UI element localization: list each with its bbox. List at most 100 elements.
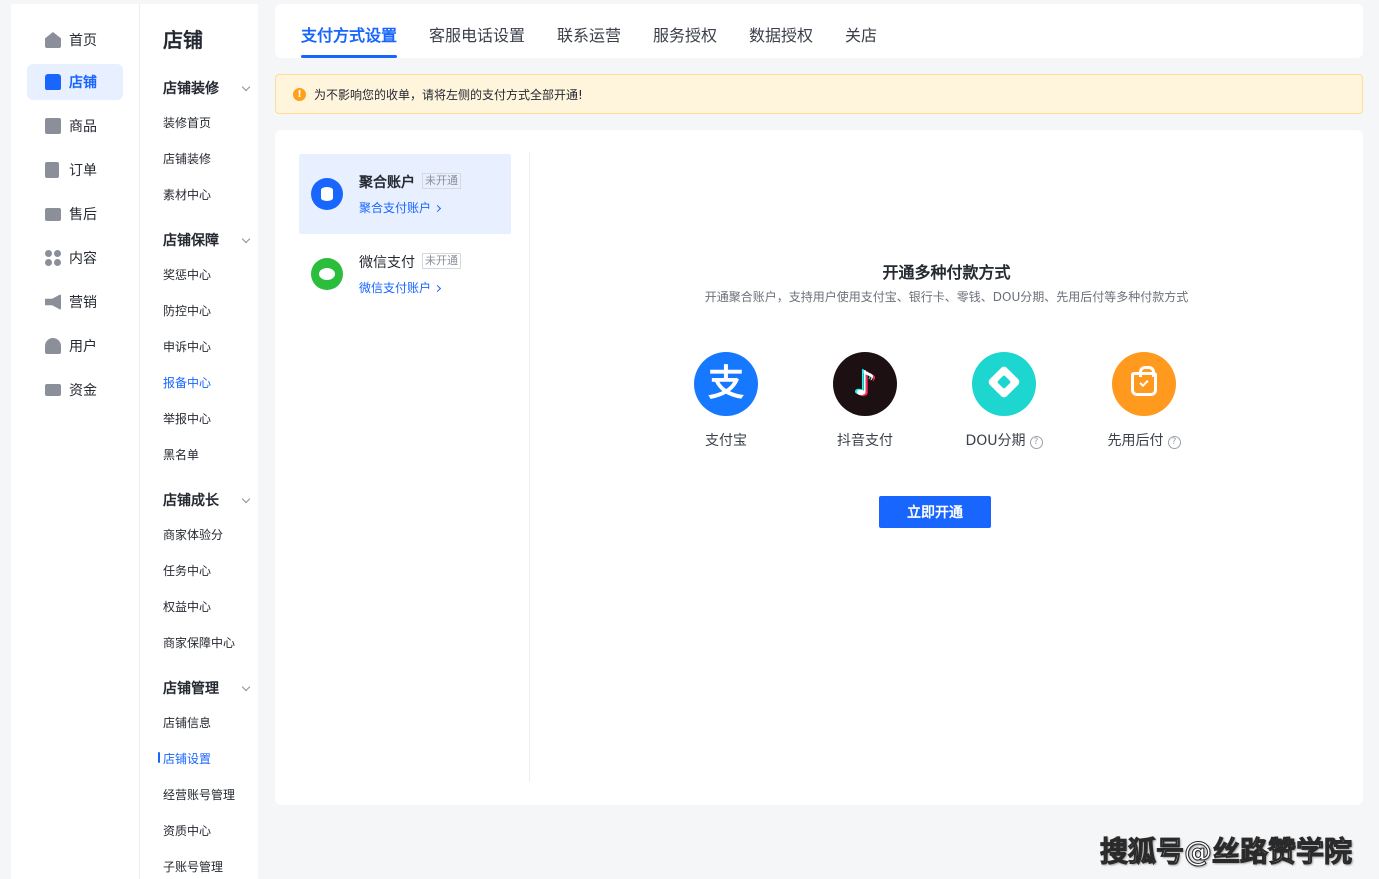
- chevron-down-icon: [241, 234, 251, 243]
- link-label: 微信支付账户: [359, 281, 432, 295]
- method-alipay: 支 支付宝: [676, 352, 776, 450]
- wallet-icon: [45, 384, 61, 396]
- sub-item[interactable]: 黑名单: [163, 446, 199, 463]
- tab-service-auth[interactable]: 服务授权: [653, 22, 717, 46]
- chevron-down-icon: [241, 682, 251, 691]
- method-label: 支付宝: [705, 433, 747, 449]
- nav-item-label: 营销: [69, 295, 97, 311]
- group-label: 店铺管理: [163, 681, 219, 697]
- aggregate-account-icon: [311, 178, 343, 210]
- group-decoration[interactable]: 店铺装修: [163, 78, 253, 98]
- sub-item[interactable]: 奖惩中心: [163, 266, 211, 283]
- payment-account-link[interactable]: 微信支付账户: [359, 279, 442, 296]
- notice-banner: ! 为不影响您的收单，请将左侧的支付方式全部开通!: [275, 74, 1363, 114]
- group-management[interactable]: 店铺管理: [163, 678, 253, 698]
- chevron-down-icon: [241, 494, 251, 503]
- payment-account-wechat[interactable]: 微信支付 未开通 微信支付账户: [299, 234, 511, 314]
- method-pay-later: 先用后付?: [1094, 352, 1194, 450]
- nav-item-label: 店铺: [69, 75, 97, 91]
- chevron-down-icon: [241, 82, 251, 91]
- nav-item-content[interactable]: 内容: [27, 240, 123, 276]
- method-label: 抖音支付: [837, 433, 893, 449]
- method-label: 先用后付: [1107, 433, 1164, 449]
- nav-item-product[interactable]: 商品: [27, 108, 123, 144]
- sub-item-current[interactable]: 店铺设置: [157, 750, 211, 767]
- sub-item-highlighted[interactable]: 报备中心: [163, 374, 211, 391]
- sub-item[interactable]: 店铺装修: [163, 150, 211, 167]
- settings-tabs: 支付方式设置 客服电话设置 联系运营 服务授权 数据授权 关店: [275, 4, 1363, 58]
- method-label: DOU分期: [965, 433, 1026, 449]
- sub-item[interactable]: 任务中心: [163, 562, 211, 579]
- chevron-right-icon: [433, 284, 442, 293]
- section-title: 店铺: [163, 28, 203, 52]
- product-icon: [45, 118, 61, 134]
- help-icon[interactable]: ?: [1167, 436, 1181, 449]
- sub-item[interactable]: 申诉中心: [163, 338, 211, 355]
- user-icon: [45, 338, 61, 354]
- status-badge: 未开通: [422, 253, 461, 269]
- order-icon: [45, 162, 59, 178]
- sub-item[interactable]: 素材中心: [163, 186, 211, 203]
- sub-item[interactable]: 举报中心: [163, 410, 211, 427]
- nav-item-funds[interactable]: 资金: [27, 372, 123, 408]
- nav-item-label: 内容: [69, 251, 97, 267]
- nav-item-label: 订单: [69, 163, 97, 179]
- alipay-icon: 支: [694, 352, 758, 416]
- nav-item-label: 用户: [69, 339, 97, 355]
- tab-contact-ops[interactable]: 联系运营: [557, 22, 621, 46]
- sub-item[interactable]: 商家体验分: [163, 526, 223, 543]
- tab-service-phone[interactable]: 客服电话设置: [429, 22, 525, 46]
- sub-item[interactable]: 防控中心: [163, 302, 211, 319]
- nav-item-label: 资金: [69, 383, 97, 399]
- sub-item[interactable]: 店铺信息: [163, 714, 211, 731]
- group-label: 店铺装修: [163, 81, 219, 97]
- help-icon[interactable]: ?: [1029, 436, 1043, 449]
- method-douyin-pay: ♪ 抖音支付: [815, 352, 915, 450]
- after-sale-icon: [45, 207, 61, 221]
- status-badge: 未开通: [422, 173, 461, 189]
- douyin-pay-icon: ♪: [833, 352, 897, 416]
- notice-text: 为不影响您的收单，请将左侧的支付方式全部开通!: [314, 87, 583, 102]
- nav-item-label: 商品: [69, 119, 97, 135]
- sub-item[interactable]: 商家保障中心: [163, 634, 235, 651]
- tab-data-auth[interactable]: 数据授权: [749, 22, 813, 46]
- tab-payment-methods[interactable]: 支付方式设置: [301, 22, 398, 58]
- group-growth[interactable]: 店铺成长: [163, 490, 253, 510]
- content-icon: [45, 250, 61, 266]
- payment-account-aggregate[interactable]: 聚合账户 未开通 聚合支付账户: [299, 154, 511, 234]
- group-label: 店铺保障: [163, 233, 219, 249]
- nav-item-marketing[interactable]: 营销: [27, 284, 123, 320]
- payment-account-name: 聚合账户: [359, 175, 415, 191]
- group-protection[interactable]: 店铺保障: [163, 230, 253, 250]
- method-dou-installment: DOU分期?: [954, 352, 1054, 450]
- hero-title: 开通多种付款方式: [882, 263, 1011, 282]
- payment-account-link[interactable]: 聚合支付账户: [359, 199, 442, 216]
- sub-item[interactable]: 资质中心: [163, 822, 211, 839]
- dou-installment-icon: [972, 352, 1036, 416]
- sub-item[interactable]: 子账号管理: [163, 858, 223, 875]
- link-label: 聚合支付账户: [359, 201, 432, 215]
- nav-item-label: 首页: [69, 33, 97, 49]
- nav-item-home[interactable]: 首页: [27, 22, 123, 58]
- chevron-right-icon: [433, 204, 442, 213]
- primary-nav: 首页 店铺 商品 订单 售后 内容 营销 用户 资金: [11, 4, 139, 879]
- secondary-nav: 店铺 店铺装修 装修首页 店铺装修 素材中心 店铺保障 奖惩中心 防控中心 申诉…: [139, 4, 258, 879]
- megaphone-icon: [45, 294, 61, 310]
- wechat-pay-icon: [311, 258, 343, 290]
- home-icon: [45, 32, 61, 48]
- watermark: 搜狐号@丝路赞学院: [1099, 835, 1353, 869]
- divider: [529, 152, 530, 782]
- nav-item-user[interactable]: 用户: [27, 328, 123, 364]
- tab-close-shop[interactable]: 关店: [845, 22, 877, 46]
- sub-item[interactable]: 权益中心: [163, 598, 211, 615]
- payment-panel: 聚合账户 未开通 聚合支付账户 微信支付 未开通 微信支付账户 开通多种付款方式…: [275, 130, 1363, 805]
- warning-icon: !: [293, 87, 306, 101]
- nav-item-order[interactable]: 订单: [27, 152, 123, 188]
- nav-item-after-sale[interactable]: 售后: [27, 196, 123, 232]
- sub-item[interactable]: 经营账号管理: [163, 786, 235, 803]
- nav-item-shop[interactable]: 店铺: [27, 64, 123, 100]
- shop-icon: [45, 74, 61, 90]
- sub-item[interactable]: 装修首页: [163, 114, 211, 131]
- activate-button[interactable]: 立即开通: [879, 496, 991, 528]
- pay-later-icon: [1112, 352, 1176, 416]
